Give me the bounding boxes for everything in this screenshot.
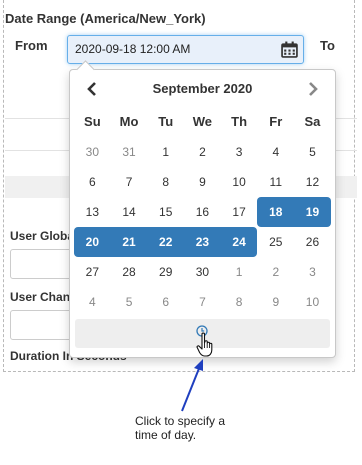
callout-line-1: Click to specify a xyxy=(135,414,226,428)
day-cell[interactable]: 26 xyxy=(294,227,331,257)
day-cell[interactable]: 10 xyxy=(294,287,331,317)
day-cell-selected[interactable]: 18 xyxy=(257,197,295,227)
day-cell[interactable]: 27 xyxy=(74,257,111,287)
day-cell[interactable]: 9 xyxy=(257,287,294,317)
day-cell[interactable]: 1 xyxy=(147,137,184,167)
prev-month-button[interactable] xyxy=(80,78,104,100)
day-cell[interactable]: 8 xyxy=(221,287,258,317)
user-global-label: User Globa xyxy=(10,229,75,243)
week-row: 4 5 6 7 8 9 10 xyxy=(74,287,331,317)
callout-line-2: time of day. xyxy=(135,428,197,442)
weekday-header: Su Mo Tu We Th Fr Sa xyxy=(74,107,331,137)
week-row: 13 14 15 16 17 18 19 xyxy=(74,197,331,227)
to-label: To xyxy=(320,38,335,53)
weekday-label: We xyxy=(192,114,213,129)
day-cell[interactable]: 8 xyxy=(147,167,184,197)
day-cell[interactable]: 31 xyxy=(111,137,148,167)
day-cell-selected[interactable]: 22 xyxy=(147,227,185,257)
day-cell[interactable]: 3 xyxy=(221,137,258,167)
from-label: From xyxy=(15,38,48,53)
callout-text: Click to specify a time of day. xyxy=(135,414,255,442)
day-cell[interactable]: 10 xyxy=(221,167,258,197)
hand-cursor-icon xyxy=(196,332,213,357)
chevron-left-icon xyxy=(87,82,96,96)
day-cell-selected[interactable]: 24 xyxy=(220,227,258,257)
day-cell[interactable]: 7 xyxy=(184,287,221,317)
weekday-label: Fr xyxy=(269,114,283,129)
day-cell[interactable]: 6 xyxy=(74,167,111,197)
day-cell[interactable]: 3 xyxy=(294,257,331,287)
day-cell[interactable]: 16 xyxy=(184,197,221,227)
day-cell[interactable]: 29 xyxy=(147,257,184,287)
day-cell[interactable]: 5 xyxy=(111,287,148,317)
day-cell[interactable]: 14 xyxy=(111,197,148,227)
from-date-input[interactable]: 2020-09-18 12:00 AM xyxy=(67,35,304,64)
weekday-label: Sa xyxy=(304,114,321,129)
day-cell[interactable]: 12 xyxy=(294,167,331,197)
datepicker-popup: September 2020 Su Mo Tu We Th Fr Sa 30 3… xyxy=(69,60,336,358)
day-cell[interactable]: 28 xyxy=(111,257,148,287)
chevron-right-icon xyxy=(309,82,318,96)
week-row: 27 28 29 30 1 2 3 xyxy=(74,257,331,287)
day-cell-selected[interactable]: 20 xyxy=(74,227,111,257)
day-cell[interactable]: 11 xyxy=(257,167,294,197)
day-cell[interactable]: 9 xyxy=(184,167,221,197)
day-cell[interactable]: 7 xyxy=(111,167,148,197)
calendar-grid: Su Mo Tu We Th Fr Sa 30 31 1 2 3 4 5 6 7… xyxy=(74,107,331,317)
day-cell[interactable]: 30 xyxy=(74,137,111,167)
weekday-label: Tu xyxy=(158,114,174,129)
day-cell[interactable]: 6 xyxy=(147,287,184,317)
day-cell[interactable]: 2 xyxy=(184,137,221,167)
weekday-label: Mo xyxy=(119,114,139,129)
calendar-icon[interactable] xyxy=(281,41,298,58)
week-row: 30 31 1 2 3 4 5 xyxy=(74,137,331,167)
day-cell[interactable]: 30 xyxy=(184,257,221,287)
day-cell[interactable]: 4 xyxy=(74,287,111,317)
day-cell-selected[interactable]: 19 xyxy=(294,197,331,227)
day-cell[interactable]: 2 xyxy=(257,257,294,287)
day-cell[interactable]: 13 xyxy=(74,197,111,227)
week-row: 20 21 22 23 24 25 26 xyxy=(74,227,331,257)
day-cell[interactable]: 4 xyxy=(257,137,294,167)
callout-arrow-icon xyxy=(181,359,203,412)
day-cell-selected[interactable]: 23 xyxy=(184,227,221,257)
user-change-label: User Chan xyxy=(10,290,71,304)
day-cell[interactable]: 15 xyxy=(147,197,184,227)
day-cell[interactable]: 25 xyxy=(257,227,294,257)
month-title[interactable]: September 2020 xyxy=(110,81,295,96)
weekday-label: Su xyxy=(84,114,101,129)
day-cell[interactable]: 1 xyxy=(221,257,258,287)
day-cell-selected[interactable]: 21 xyxy=(110,227,148,257)
week-row: 6 7 8 9 10 11 12 xyxy=(74,167,331,197)
day-cell[interactable]: 5 xyxy=(294,137,331,167)
day-cell[interactable]: 17 xyxy=(221,197,258,227)
next-month-button[interactable] xyxy=(301,78,325,100)
from-date-value: 2020-09-18 12:00 AM xyxy=(75,42,191,56)
date-range-title: Date Range (America/New_York) xyxy=(5,11,206,26)
weekday-label: Th xyxy=(231,114,248,129)
